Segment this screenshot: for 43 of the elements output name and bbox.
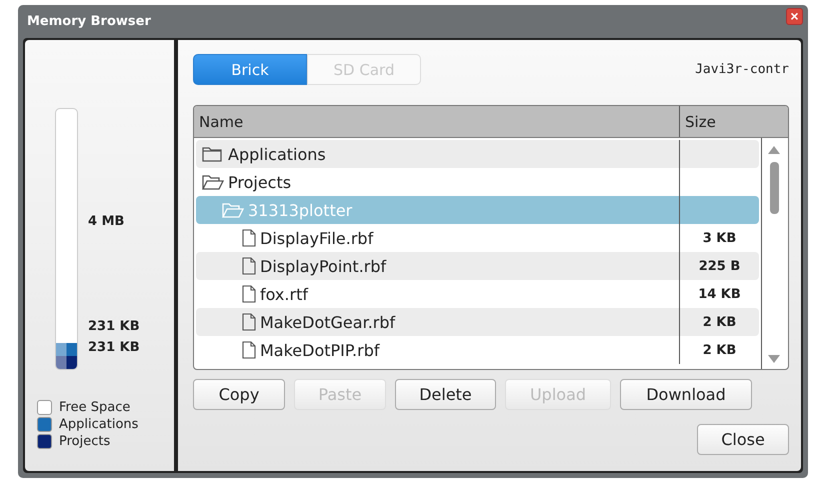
action-button[interactable]: Download [620,379,752,410]
item-name: Applications [228,144,326,164]
item-size: 3 KB [702,230,736,246]
tree-row[interactable]: MakeDotGear.rbf 2 KB [196,308,759,336]
tree-row[interactable]: MakeDotPIP.rbf 2 KB [196,336,759,364]
item-name: 31313plotter [248,200,352,220]
item-size: 2 KB [702,314,736,330]
close-button[interactable]: × [786,8,803,25]
tree-row[interactable]: DisplayPoint.rbf 225 B [196,252,759,280]
folder-icon [202,146,224,162]
window-title: Memory Browser [26,14,151,29]
item-name: fox.rtf [260,284,308,304]
item-name: Projects [228,172,292,192]
close-dialog-button[interactable]: Close [697,424,789,455]
action-button[interactable]: Copy [193,379,285,410]
legend-label: Applications [59,417,138,432]
file-icon [242,313,256,331]
column-header[interactable]: Size [679,106,788,137]
item-size: 14 KB [698,286,741,302]
legend-label: Free Space [59,400,130,415]
action-button[interactable]: Delete [395,379,496,410]
tree-row[interactable]: Applications [196,140,759,168]
item-name: MakeDotGear.rbf [260,312,396,332]
item-name: MakeDotPIP.rbf [260,340,380,360]
column-header[interactable]: Name [194,106,679,137]
memory-label: 231 KB [88,340,140,356]
scroll-up-icon[interactable] [768,146,780,154]
file-icon [242,285,256,303]
file-icon [242,341,256,359]
memory-label: 231 KB [88,319,140,335]
item-size: 2 KB [702,342,736,358]
item-name: DisplayFile.rbf [260,228,374,248]
device-name: Javi3r-contr [695,62,789,77]
scroll-down-icon[interactable] [768,355,780,363]
open-folder-icon [222,202,244,218]
memory-total: 4 MB [88,214,126,230]
file-icon [242,229,256,247]
legend-label: Projects [59,434,110,449]
scroll-thumb[interactable] [770,162,779,214]
item-name: DisplayPoint.rbf [260,256,386,276]
open-folder-icon [202,174,224,190]
item-size: 225 B [698,258,740,274]
file-icon [242,257,256,275]
